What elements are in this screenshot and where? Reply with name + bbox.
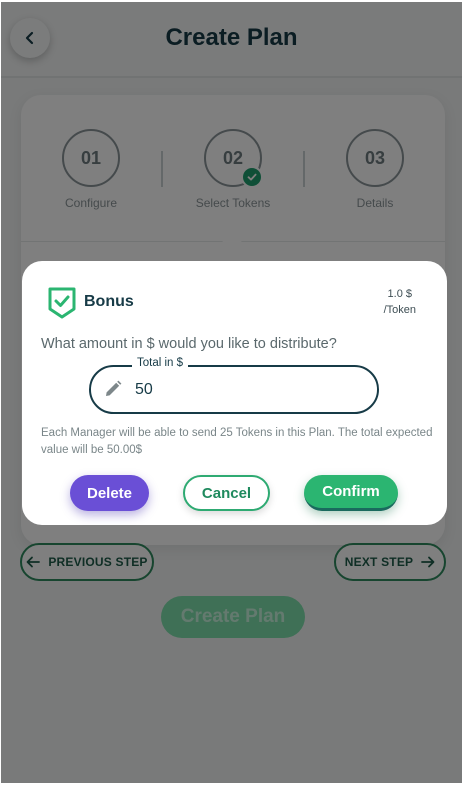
total-amount-field[interactable]: Total in $ (89, 357, 379, 414)
confirm-label: Confirm (322, 483, 380, 500)
distribution-info: Each Manager will be able to send 25 Tok… (41, 427, 433, 456)
token-amount-dialog: Bonus 1.0 $ /Token What amount in $ woul… (22, 261, 447, 525)
confirm-button[interactable]: Confirm (304, 475, 398, 511)
total-amount-input[interactable] (135, 377, 355, 402)
cancel-button[interactable]: Cancel (183, 475, 270, 511)
cancel-label: Cancel (201, 484, 252, 502)
shield-check-icon (48, 287, 76, 319)
token-price-unit: /Token (383, 304, 416, 316)
delete-label: Delete (86, 484, 133, 502)
token-price: 1.0 $ (387, 288, 412, 300)
delete-button[interactable]: Delete (70, 475, 149, 511)
app-screen: Create Plan 01 Configure 02 (1, 2, 462, 783)
amount-question: What amount in $ would you like to distr… (41, 336, 337, 352)
token-title: Bonus (84, 293, 134, 310)
pencil-icon (106, 380, 122, 396)
field-label: Total in $ (132, 357, 189, 369)
